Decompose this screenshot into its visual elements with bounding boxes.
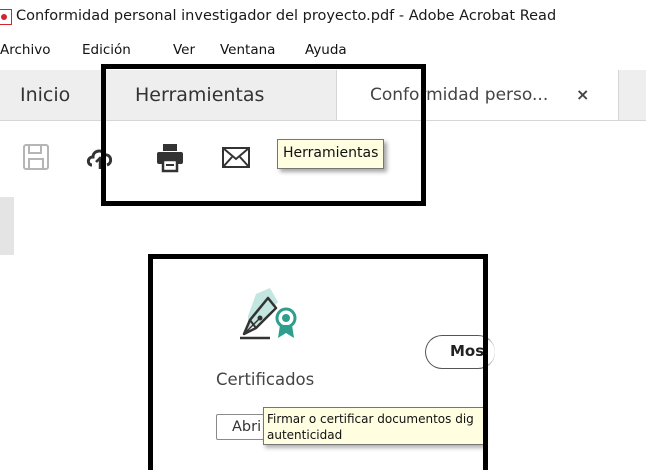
tab-bar-end [618, 70, 646, 120]
menu-bar: Archivo Edición Ver Ventana Ayuda [0, 38, 646, 62]
highlight-box-certificates [148, 254, 488, 470]
menu-edicion[interactable]: Edición [82, 42, 131, 58]
menu-archivo[interactable]: Archivo [0, 42, 50, 58]
window-title: Conformidad personal investigador del pr… [16, 8, 557, 24]
menu-ventana[interactable]: Ventana [220, 42, 275, 58]
save-icon[interactable] [20, 141, 52, 173]
menu-ayuda[interactable]: Ayuda [305, 42, 347, 58]
highlight-box-tools-tab [101, 64, 426, 206]
tab-home-label: Inicio [20, 84, 71, 106]
close-icon[interactable]: × [576, 85, 589, 104]
pdf-icon [0, 9, 12, 25]
menu-ver[interactable]: Ver [173, 42, 195, 58]
tab-home[interactable]: Inicio [0, 70, 104, 120]
title-bar: Conformidad personal investigador del pr… [0, 0, 646, 34]
navigation-pane-edge [0, 197, 14, 255]
